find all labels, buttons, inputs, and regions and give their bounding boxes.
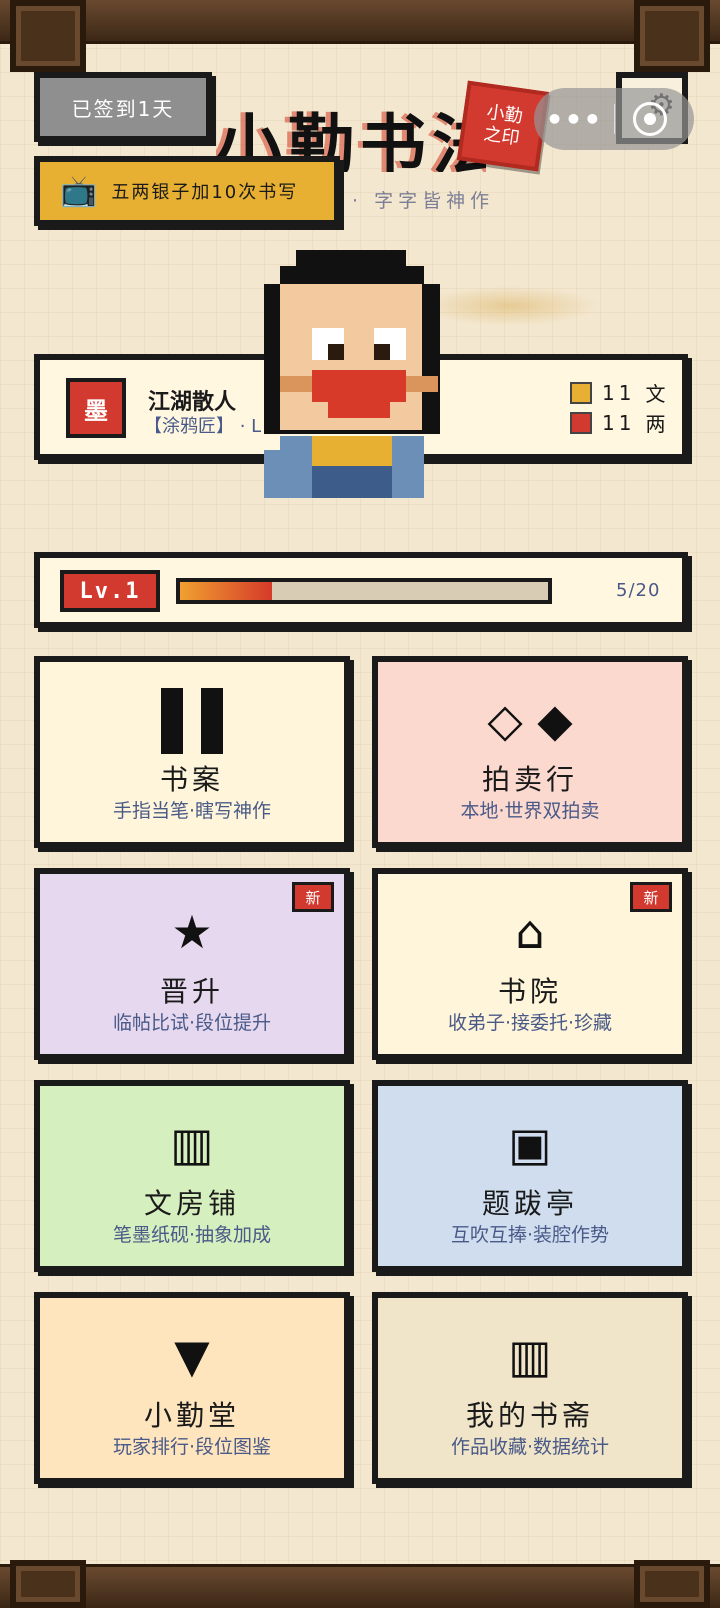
signin-label: 已签到1天 bbox=[71, 96, 175, 121]
frame-corner-bottom-left bbox=[10, 1560, 86, 1608]
currency-liang: 11 两 bbox=[570, 408, 669, 437]
tv-icon: 📺 bbox=[60, 173, 98, 209]
signin-status-button[interactable]: 已签到1天 bbox=[34, 72, 212, 142]
xp-progress-text: 5/20 bbox=[616, 580, 661, 601]
miniprogram-capsule: ••• bbox=[534, 88, 694, 150]
bookshelf-icon: ▥ bbox=[508, 1329, 552, 1383]
currency-wen: 11 文 bbox=[570, 378, 669, 407]
tile-subtitle: 笔墨纸砚·抽象加成 bbox=[112, 1224, 272, 1246]
tile-subtitle: 本地·世界双拍卖 bbox=[460, 800, 600, 822]
capsule-divider bbox=[614, 104, 615, 134]
currency-liang-amount: 11 bbox=[602, 410, 636, 435]
tile-title: 书案 bbox=[159, 763, 224, 796]
tile-subtitle: 临帖比试·段位提升 bbox=[112, 1012, 272, 1034]
stamp-line-2: 之印 bbox=[482, 123, 521, 150]
level-badge: Lv.1 bbox=[60, 570, 160, 612]
ink-badge: 墨 bbox=[66, 378, 126, 438]
house-icon: ⌂ bbox=[515, 905, 545, 959]
tile-title: 晋升 bbox=[159, 975, 224, 1008]
tile-title: 拍卖行 bbox=[481, 763, 578, 796]
close-miniprogram-icon[interactable] bbox=[633, 102, 667, 136]
star-icon: ★ bbox=[171, 905, 213, 959]
tile-title: 我的书斋 bbox=[465, 1399, 594, 1432]
frame-corner-top-right bbox=[634, 0, 710, 72]
top-frame bbox=[0, 0, 720, 44]
currency-wen-amount: 11 bbox=[602, 380, 636, 405]
silver-icon bbox=[570, 411, 592, 434]
tile-title: 文房铺 bbox=[143, 1187, 240, 1220]
tile-auction-house[interactable]: ◇ ◆ 拍卖行 本地·世界双拍卖 bbox=[372, 656, 688, 848]
xp-progress-fill bbox=[180, 582, 272, 600]
diamond-icon: ◇ ◆ bbox=[487, 693, 573, 747]
tile-stationery-shop[interactable]: ▥ 文房铺 笔墨纸砚·抽象加成 bbox=[34, 1080, 350, 1272]
frame-icon: ▣ bbox=[508, 1117, 552, 1171]
currency-liang-unit: 两 bbox=[645, 412, 670, 436]
tile-ranking-hall[interactable]: ▼ 小勤堂 玩家排行·段位图鉴 bbox=[34, 1292, 350, 1484]
avatar-glow bbox=[420, 286, 600, 326]
tile-writing-desk[interactable]: 书案 手指当笔·瞎写神作 bbox=[34, 656, 350, 848]
tile-subtitle: 收弟子·接委托·珍藏 bbox=[447, 1012, 613, 1034]
app-subtitle: · 字字皆神作 bbox=[352, 190, 495, 212]
stationery-icon: ▥ bbox=[170, 1117, 214, 1171]
xp-progress-bar bbox=[176, 578, 552, 604]
bottom-frame bbox=[0, 1564, 720, 1608]
tile-title: 书院 bbox=[497, 975, 562, 1008]
reward-label: 五两银子加10次书写 bbox=[111, 182, 299, 203]
tile-title: 小勤堂 bbox=[143, 1399, 240, 1432]
pause-icon bbox=[40, 682, 344, 758]
frame-corner-bottom-right bbox=[634, 1560, 710, 1608]
tile-my-study[interactable]: ▥ 我的书斋 作品收藏·数据统计 bbox=[372, 1292, 688, 1484]
tile-subtitle: 作品收藏·数据统计 bbox=[450, 1436, 610, 1458]
tile-subtitle: 玩家排行·段位图鉴 bbox=[112, 1436, 272, 1458]
tile-promotion[interactable]: 新 ★ 晋升 临帖比试·段位提升 bbox=[34, 868, 350, 1060]
pixel-avatar[interactable] bbox=[264, 250, 440, 498]
level-panel: Lv.1 5/20 bbox=[34, 552, 688, 628]
tile-academy[interactable]: 新 ⌂ 书院 收弟子·接委托·珍藏 bbox=[372, 868, 688, 1060]
more-menu-button[interactable]: ••• bbox=[534, 103, 614, 136]
tile-subtitle: 手指当笔·瞎写神作 bbox=[112, 800, 272, 822]
tile-title: 题跋亭 bbox=[481, 1187, 578, 1220]
watch-ad-reward-button[interactable]: 📺 五两银子加10次书写 bbox=[34, 156, 340, 226]
coin-icon bbox=[570, 381, 592, 404]
currency-wen-unit: 文 bbox=[645, 382, 670, 406]
triangle-down-icon: ▼ bbox=[174, 1329, 210, 1383]
frame-corner-top-left bbox=[10, 0, 86, 72]
player-title: 【涂鸦匠】 · L bbox=[144, 416, 262, 437]
tile-inscription-pavilion[interactable]: ▣ 题跋亭 互吹互捧·装腔作势 bbox=[372, 1080, 688, 1272]
tile-subtitle: 互吹互捧·装腔作势 bbox=[450, 1224, 610, 1246]
